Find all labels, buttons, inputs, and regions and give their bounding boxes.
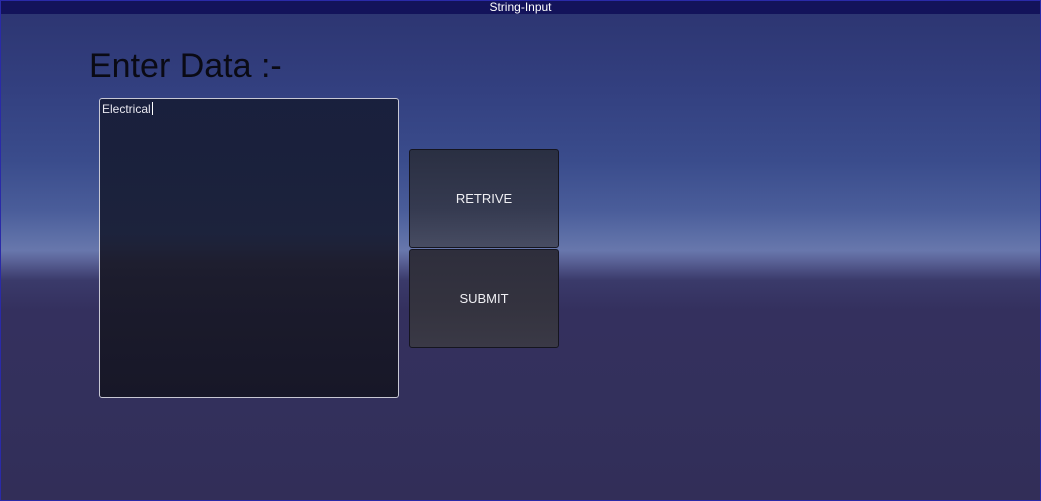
text-caret <box>151 102 153 115</box>
submit-button[interactable]: SUBMIT <box>409 249 559 348</box>
page-heading: Enter Data :- <box>89 47 282 85</box>
data-input-textarea[interactable]: Electrical <box>99 98 399 398</box>
app-window: String-Input Enter Data :- Electrical RE… <box>0 0 1041 501</box>
retrive-button-label: RETRIVE <box>455 191 513 206</box>
retrive-button[interactable]: RETRIVE <box>409 149 559 248</box>
submit-button-label: SUBMIT <box>459 291 509 306</box>
data-input-value: Electrical <box>102 102 151 116</box>
window-title: String-Input <box>1 1 1040 14</box>
